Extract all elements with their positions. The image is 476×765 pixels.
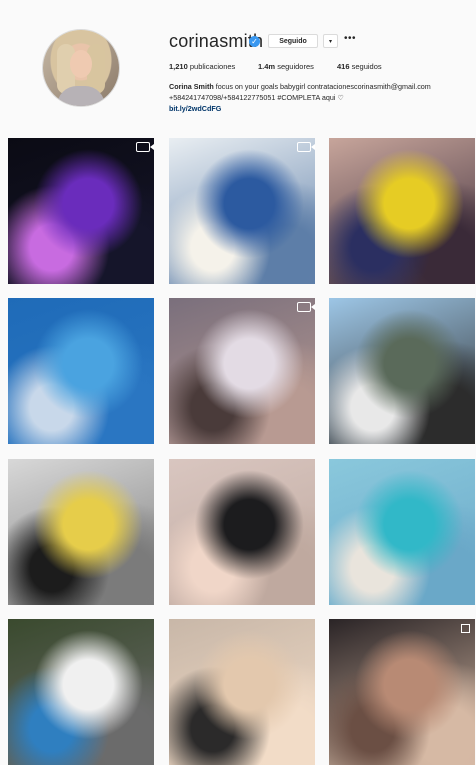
followers-count: 1.4m	[258, 62, 276, 71]
following-button[interactable]: Seguido	[268, 34, 318, 48]
post-black-hoodie[interactable]	[169, 459, 315, 605]
video-icon	[297, 302, 315, 312]
post-street[interactable]	[8, 619, 154, 765]
post-ascap-event[interactable]	[169, 138, 315, 284]
followers-stat[interactable]: 1.4m seguidores	[258, 62, 314, 71]
bio-name: Corina Smith	[169, 82, 214, 91]
bio-link[interactable]: bit.ly/2wdCdFG	[169, 103, 469, 114]
post-airplane[interactable]	[329, 298, 475, 444]
post-concert-stage[interactable]	[8, 138, 154, 284]
post-yellow-coat[interactable]	[8, 459, 154, 605]
avatar-face	[70, 50, 92, 78]
following-count: 416	[337, 62, 350, 71]
post-beach[interactable]	[329, 459, 475, 605]
followers-label: seguidores	[275, 62, 314, 71]
profile-avatar[interactable]	[43, 30, 119, 106]
post-blue-strings[interactable]	[8, 298, 154, 444]
video-icon	[297, 142, 315, 152]
video-icon	[136, 142, 154, 152]
chevron-down-icon[interactable]: ▾	[323, 34, 338, 48]
post-group-photo[interactable]	[329, 619, 475, 765]
profile-bio: Corina Smith focus on your goals babygir…	[169, 81, 469, 114]
following-stat[interactable]: 416 seguidos	[337, 62, 382, 71]
ellipsis-icon[interactable]: •••	[344, 33, 356, 44]
posts-label: publicaciones	[187, 62, 236, 71]
posts-count: 1,210	[169, 62, 188, 71]
posts-stat: 1,210 publicaciones	[169, 62, 235, 71]
post-smiling-selfie[interactable]	[169, 619, 315, 765]
post-crowd-concert[interactable]	[169, 298, 315, 444]
verified-badge-icon: ✓	[249, 36, 260, 47]
carousel-icon	[461, 624, 470, 633]
following-label: seguidos	[349, 62, 382, 71]
post-yellow-sweatshirt[interactable]	[329, 138, 475, 284]
